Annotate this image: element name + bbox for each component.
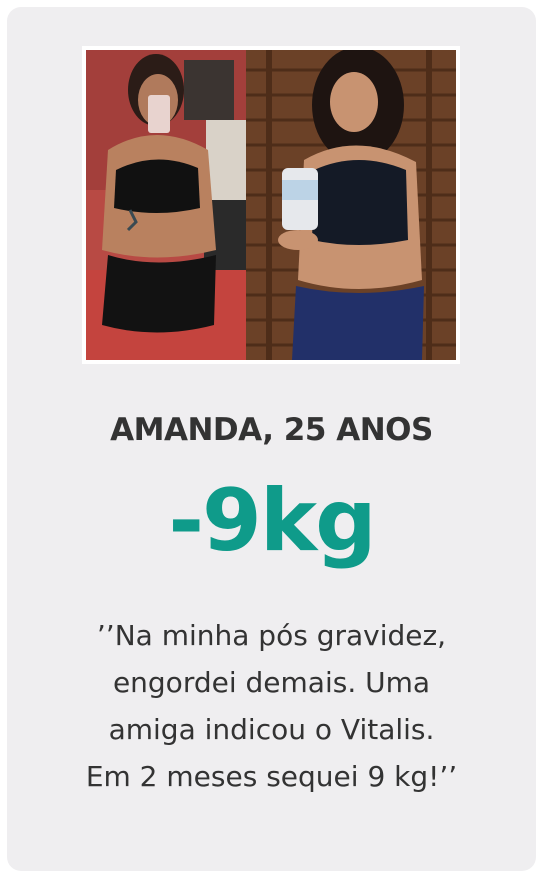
before-photo	[86, 50, 246, 360]
after-photo-image	[246, 50, 456, 360]
quote-line: ’’Na minha pós gravidez,	[96, 619, 447, 652]
quote-line: amiga indicou o Vitalis.	[108, 713, 435, 746]
before-photo-image	[86, 50, 246, 360]
testimonial-quote: ’’Na minha pós gravidez, engordei demais…	[20, 612, 523, 800]
quote-line: engordei demais. Uma	[112, 666, 431, 699]
after-photo	[246, 50, 456, 360]
weight-loss-result: -9kg	[168, 471, 376, 571]
quote-line: Em 2 meses sequei 9 kg!’’	[85, 760, 458, 793]
before-after-photo	[82, 46, 460, 364]
testimonial-name-age: AMANDA, 25 ANOS	[110, 412, 433, 448]
